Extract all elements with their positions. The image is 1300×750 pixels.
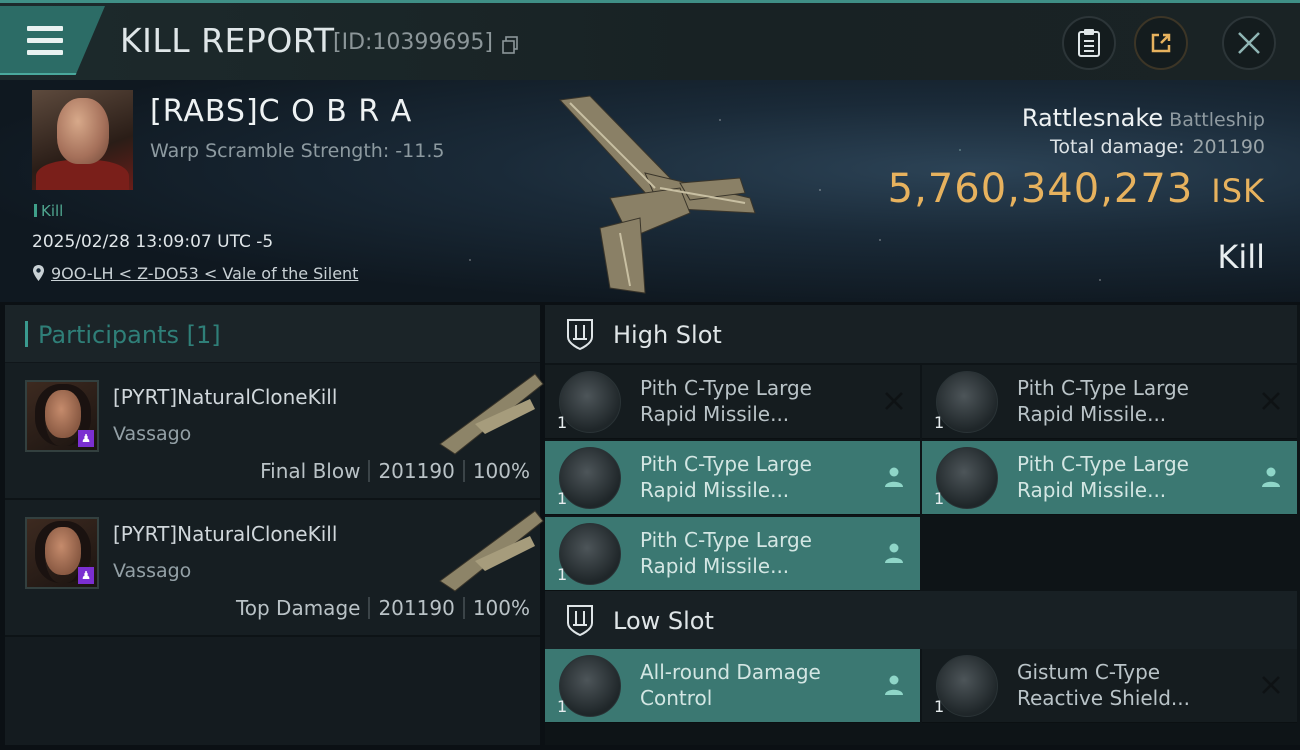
hamburger-icon xyxy=(27,26,63,62)
destroyed-x-icon xyxy=(885,392,903,410)
module-name: Pith C-Type Large Rapid Missile... xyxy=(1017,452,1189,502)
kill-tag: Kill xyxy=(34,202,63,220)
dropped-person-icon xyxy=(885,467,903,487)
victim-name[interactable]: [RABS]C O B R A xyxy=(150,94,412,129)
module-name: Pith C-Type Large Rapid Missile... xyxy=(640,452,812,502)
copy-icon[interactable] xyxy=(502,36,518,54)
module-name: All-round Damage Control xyxy=(640,660,821,710)
module-icon xyxy=(936,371,998,433)
destroyed-x-icon xyxy=(1262,392,1280,410)
module-item[interactable]: 1 Pith C-Type Large Rapid Missile... xyxy=(545,517,920,591)
module-quantity: 1 xyxy=(557,565,568,584)
top-bar: KILL REPORT [ID:10399695] xyxy=(0,0,1300,80)
kill-location[interactable]: 9OO-LH < Z-DO53 < Vale of the Silent xyxy=(32,264,358,283)
module-item[interactable]: 1 Pith C-Type Large Rapid Missile... xyxy=(922,365,1297,439)
participant-name[interactable]: [PYRT]NaturalCloneKill xyxy=(113,522,337,546)
module-quantity: 1 xyxy=(557,489,568,508)
report-id: [ID:10399695] xyxy=(333,30,493,55)
participants-panel: Participants [1] ♟ [PYRT]NaturalCloneKil… xyxy=(5,305,544,745)
clipboard-button[interactable] xyxy=(1062,16,1116,70)
module-quantity: 1 xyxy=(557,413,568,432)
module-name: Pith C-Type Large Rapid Missile... xyxy=(1017,376,1189,426)
participant-ship-image xyxy=(439,373,544,455)
clone-badge-icon: ♟ xyxy=(78,567,94,584)
module-name: Pith C-Type Large Rapid Missile... xyxy=(640,528,812,578)
module-item[interactable]: 1 Pith C-Type Large Rapid Missile... xyxy=(922,441,1297,515)
module-icon xyxy=(936,655,998,717)
dropped-person-icon xyxy=(885,675,903,695)
module-name: Gistum C-Type Reactive Shield... xyxy=(1017,660,1191,710)
module-item[interactable]: 1 All-round Damage Control xyxy=(545,649,920,723)
dropped-person-icon xyxy=(1262,467,1280,487)
location-pin-icon xyxy=(33,265,44,281)
module-quantity: 1 xyxy=(557,697,568,716)
participant-name[interactable]: [PYRT]NaturalCloneKill xyxy=(113,385,337,409)
participant-avatar[interactable]: ♟ xyxy=(25,380,99,452)
kill-datetime: 2025/02/28 13:09:07 UTC -5 xyxy=(32,232,274,252)
module-quantity: 1 xyxy=(934,489,945,508)
participant-stats: Top Damage 201190 100% xyxy=(235,596,530,620)
clipboard-icon xyxy=(1078,29,1100,57)
isk-value: 5,760,340,273 ISK xyxy=(887,166,1265,212)
module-icon xyxy=(936,447,998,509)
participants-header: Participants [1] xyxy=(5,305,540,363)
warp-scramble-strength: Warp Scramble Strength: -11.5 xyxy=(150,140,445,162)
victim-banner: [RABS]C O B R A Warp Scramble Strength: … xyxy=(0,80,1300,302)
module-icon xyxy=(559,523,621,585)
module-item[interactable]: 1 Pith C-Type Large Rapid Missile... xyxy=(545,365,920,439)
close-button[interactable] xyxy=(1222,16,1276,70)
total-damage: Total damage: 201190 xyxy=(1050,136,1265,158)
ship-image xyxy=(558,95,756,294)
module-icon xyxy=(559,447,621,509)
low-slot-icon xyxy=(567,605,593,637)
participant-ship-image xyxy=(439,510,544,592)
module-icon xyxy=(559,371,621,433)
module-item[interactable]: 1 Pith C-Type Large Rapid Missile... xyxy=(545,441,920,515)
menu-button[interactable] xyxy=(0,6,105,75)
share-icon xyxy=(1151,33,1171,53)
participant-avatar[interactable]: ♟ xyxy=(25,517,99,589)
kill-result: Kill xyxy=(1217,238,1265,276)
participant-row[interactable]: ♟ [PYRT]NaturalCloneKill Vassago Final B… xyxy=(5,363,544,500)
clone-badge-icon: ♟ xyxy=(78,430,94,447)
dropped-person-icon xyxy=(885,543,903,563)
victim-portrait[interactable] xyxy=(32,90,133,190)
participant-row[interactable]: ♟ [PYRT]NaturalCloneKill Vassago Top Dam… xyxy=(5,500,544,637)
module-quantity: 1 xyxy=(934,413,945,432)
close-icon xyxy=(1238,32,1260,54)
participant-corp: Vassago xyxy=(113,560,192,582)
high-slot-icon xyxy=(567,319,593,351)
module-name: Pith C-Type Large Rapid Missile... xyxy=(640,376,812,426)
low-slot-header: Low Slot xyxy=(545,591,1297,649)
module-icon xyxy=(559,655,621,717)
page-title: KILL REPORT xyxy=(120,21,335,60)
share-button[interactable] xyxy=(1134,16,1188,70)
participant-stats: Final Blow 201190 100% xyxy=(260,459,530,483)
participant-corp: Vassago xyxy=(113,423,192,445)
high-slot-header: High Slot xyxy=(545,305,1297,363)
module-item[interactable]: 1 Gistum C-Type Reactive Shield... xyxy=(922,649,1297,723)
destroyed-x-icon xyxy=(1262,676,1280,694)
ship-name[interactable]: Rattlesnake Battleship xyxy=(1022,104,1265,132)
fitting-panel: High Slot 1 Pith C-Type Large Rapid Missi… xyxy=(545,305,1300,745)
module-quantity: 1 xyxy=(934,697,945,716)
